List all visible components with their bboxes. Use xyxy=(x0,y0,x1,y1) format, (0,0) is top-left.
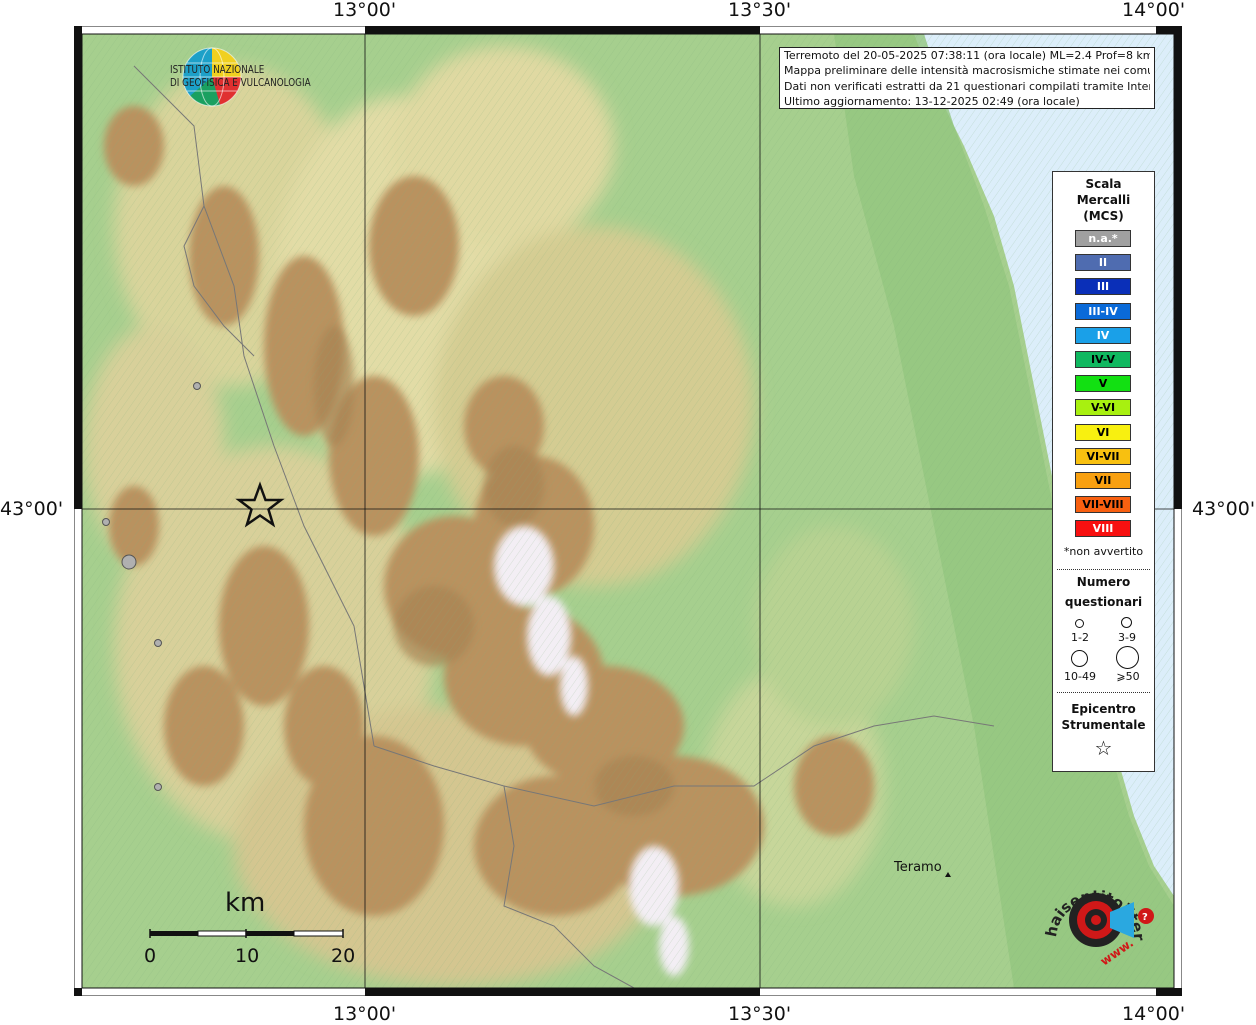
questionnaire-marker xyxy=(121,554,137,570)
bottom-tick-14-00: 14°00' xyxy=(1122,1003,1186,1025)
count-label-10-49: 10-49 xyxy=(1064,670,1096,683)
legend: Scala Mercalli (MCS) n.a.* II III III-IV IV I… xyxy=(1052,171,1155,772)
legend-title-2: Mercalli xyxy=(1076,193,1131,207)
intensity-1: II xyxy=(1075,254,1131,272)
svg-text:?: ? xyxy=(1142,912,1148,923)
intensity-2: III xyxy=(1075,278,1131,296)
intensity-9: VI-VII xyxy=(1075,447,1131,465)
info-line-1: Terremoto del 20-05-2025 07:38:11 (ora l… xyxy=(784,49,1150,62)
ingv-logo-text: ISTITUTO NAZIONALE DI GEOFISICA E VULCAN… xyxy=(170,63,311,89)
questionnaire-marker xyxy=(193,382,201,390)
count-label-1-2: 1-2 xyxy=(1071,631,1089,644)
count-label-3-9: 3-9 xyxy=(1118,631,1136,644)
count-title-2: questionari xyxy=(1064,595,1143,609)
right-tick-43-00: 43°00' xyxy=(1192,498,1256,520)
count-circle-medium xyxy=(1121,617,1132,628)
bottom-tick-13-30: 13°30' xyxy=(728,1003,792,1025)
count-circle-xlarge xyxy=(1116,646,1139,669)
info-line-3: Dati non verificati estratti da 21 quest… xyxy=(784,79,1150,93)
info-line-4: Ultimo aggiornamento: 13-12-2025 02:49 (… xyxy=(784,94,1080,108)
intensity-5: IV-V xyxy=(1075,351,1131,368)
scale-label-10: 10 xyxy=(235,945,260,967)
count-title-1: Numero xyxy=(1076,575,1131,589)
count-circle-small xyxy=(1075,619,1084,628)
count-label-50-plus: ⩾50 xyxy=(1116,670,1140,683)
intensity-12: VIII xyxy=(1075,520,1131,538)
top-tick-14-00: 14°00' xyxy=(1122,0,1186,21)
place-label-teramo: Teramo xyxy=(894,860,942,875)
intensity-6: V xyxy=(1075,375,1131,393)
scale-label-20: 20 xyxy=(331,945,356,967)
intensity-3: III-IV xyxy=(1075,302,1131,320)
legend-title-1: Scala xyxy=(1085,177,1122,191)
intensity-11: VII-VIII xyxy=(1075,496,1131,514)
earthquake-info-box: Terremoto del 20-05-2025 07:38:11 (ora l… xyxy=(779,47,1155,109)
intensity-10: VII xyxy=(1075,472,1131,489)
hst-logo[interactable]: haisentitoilterremoto.it ? www. xyxy=(1034,862,1164,974)
map[interactable] xyxy=(74,26,1182,996)
terrain-map xyxy=(74,26,1182,996)
legend-separator xyxy=(1057,692,1150,693)
epicenter-title-2: Strumentale xyxy=(1061,718,1146,732)
intensity-4: IV xyxy=(1075,326,1131,344)
intensity-7: V-VI xyxy=(1075,399,1131,417)
not-felt-note: *non avvertito xyxy=(1063,545,1144,558)
ingv-line2: DI GEOFISICA E VULCANOLOGIA xyxy=(170,76,311,89)
epicenter-title-1: Epicentro xyxy=(1071,702,1136,716)
epicenter-star-icon: ☆ xyxy=(1094,736,1113,760)
scale-bar-title: km xyxy=(225,888,266,918)
bottom-tick-13-00: 13°00' xyxy=(333,1003,397,1025)
ingv-line1: ISTITUTO NAZIONALE xyxy=(170,63,265,76)
questionnaire-marker xyxy=(154,783,162,791)
left-tick-43-00: 43°00' xyxy=(0,498,64,520)
top-tick-13-30: 13°30' xyxy=(728,0,792,21)
info-line-2: Mappa preliminare delle intensità macros… xyxy=(784,64,1150,78)
questionnaire-marker xyxy=(154,639,162,647)
questionnaire-marker xyxy=(102,518,110,526)
legend-title-3: (MCS) xyxy=(1083,209,1124,223)
intensity-0: n.a.* xyxy=(1075,230,1131,247)
count-circle-large xyxy=(1071,650,1088,667)
legend-separator xyxy=(1057,569,1150,570)
top-tick-13-00: 13°00' xyxy=(333,0,397,21)
intensity-8: VI xyxy=(1075,423,1131,441)
scale-label-0: 0 xyxy=(144,945,157,967)
